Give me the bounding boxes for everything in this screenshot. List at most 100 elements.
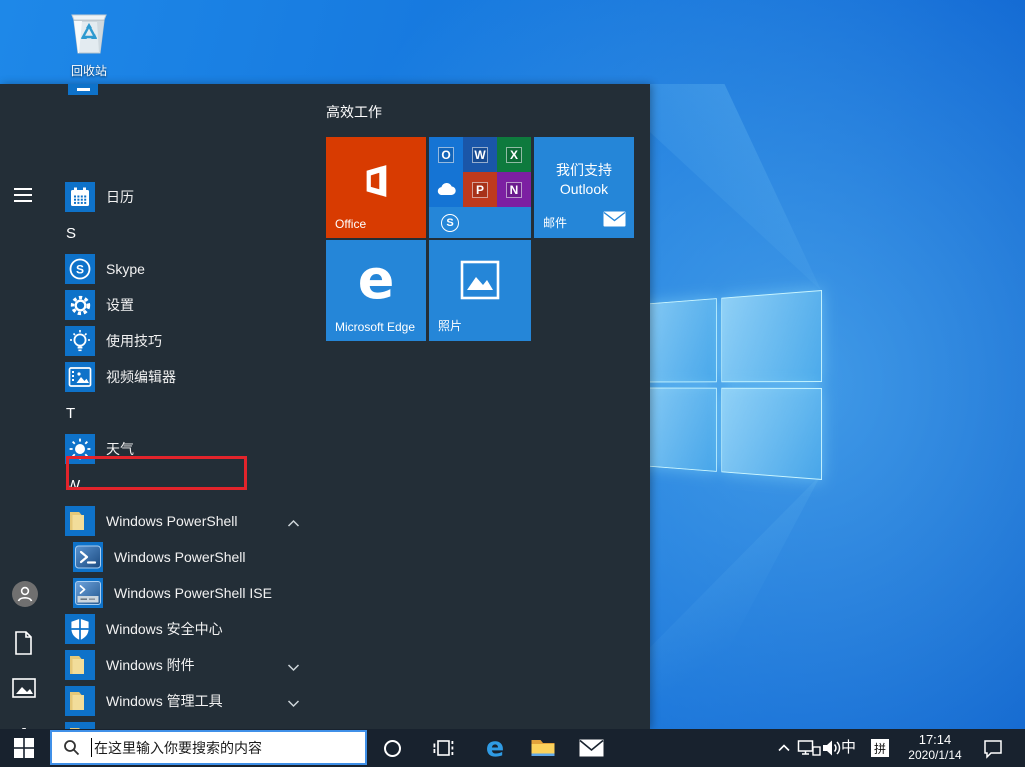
action-center-button[interactable] bbox=[979, 729, 1007, 767]
app-item-label: Windows 附件 bbox=[106, 655, 195, 675]
mail-taskbar-button[interactable] bbox=[577, 729, 605, 767]
app-item-label: 天气 bbox=[106, 439, 134, 459]
OneDrive-mini-icon bbox=[429, 172, 463, 207]
app-list-item[interactable]: Windows 附件 bbox=[0, 647, 320, 683]
app-list-item[interactable]: Windows 管理工具 bbox=[0, 683, 320, 719]
tile-mail-promo[interactable]: 我们支持Outlook 邮件 bbox=[534, 137, 634, 238]
windows-start-icon bbox=[14, 738, 34, 758]
partially-visible-app-tile bbox=[68, 84, 98, 95]
app-list-item[interactable]: 日历 bbox=[0, 179, 320, 215]
mail-promo-text: 我们支持Outlook bbox=[534, 161, 634, 199]
video-icon bbox=[65, 362, 95, 392]
app-list-item[interactable]: 设置 bbox=[0, 287, 320, 323]
Excel-mini-icon: X bbox=[497, 137, 531, 172]
tile-label: 照片 bbox=[438, 317, 462, 334]
app-list-item[interactable]: Windows PowerShell bbox=[0, 503, 320, 539]
app-list-item[interactable]: Windows 轻松使用 bbox=[0, 719, 320, 729]
clock-time: 17:14 bbox=[899, 732, 971, 748]
taskbar: e 中 拼 17:14 2020/1/14 bbox=[0, 729, 1025, 767]
shield-icon bbox=[65, 614, 95, 644]
app-item-label: Skype bbox=[106, 261, 145, 277]
chevron-down-icon[interactable] bbox=[287, 659, 301, 669]
action-center-icon bbox=[982, 738, 1004, 759]
app-item-label: Windows PowerShell bbox=[114, 549, 246, 565]
folder-icon bbox=[65, 722, 95, 729]
start-menu-app-list: 日历 SS Skype 设置使用技巧视频编辑器 T 天气 W Windows PowerShe… bbox=[0, 84, 320, 729]
folder-icon bbox=[65, 686, 95, 716]
skype-mini-icon: S bbox=[429, 207, 531, 238]
svg-text:S: S bbox=[76, 262, 84, 276]
clock-date: 2020/1/14 bbox=[899, 748, 971, 763]
recycle-bin-icon bbox=[64, 8, 114, 56]
tile-label: Office bbox=[335, 217, 366, 231]
folder-icon bbox=[65, 506, 95, 536]
app-list-item[interactable]: Windows 安全中心 bbox=[0, 611, 320, 647]
tile-office[interactable]: Office bbox=[326, 137, 426, 238]
task-view-button[interactable] bbox=[429, 729, 457, 767]
start-menu: 日历SSSkype设置使用技巧视频编辑器T天气WWindows PowerShe… bbox=[0, 84, 650, 729]
start-button[interactable] bbox=[0, 729, 48, 767]
search-input[interactable] bbox=[94, 740, 365, 756]
gear-icon bbox=[65, 290, 95, 320]
sun-icon bbox=[65, 434, 95, 464]
recycle-bin-label: 回收站 bbox=[58, 62, 120, 79]
section-letter-s[interactable]: S bbox=[0, 215, 320, 251]
search-icon bbox=[63, 739, 80, 756]
ime-mode-indicator[interactable]: 中 bbox=[841, 729, 856, 767]
cortana-button[interactable] bbox=[384, 740, 401, 757]
tile-photos[interactable]: 照片 bbox=[429, 240, 531, 341]
app-list-item[interactable]: Windows PowerShell ISE bbox=[0, 575, 320, 611]
app-item-label: 设置 bbox=[106, 295, 134, 315]
office-logo-icon bbox=[361, 161, 391, 206]
volume-icon bbox=[821, 738, 843, 758]
edge-taskbar-button[interactable]: e bbox=[481, 729, 509, 767]
ime-pinyin-indicator[interactable]: 拼 bbox=[871, 739, 889, 757]
recycle-bin-desktop-icon[interactable]: 回收站 bbox=[58, 8, 120, 79]
task-view-icon bbox=[431, 736, 455, 760]
chevron-up-icon[interactable] bbox=[287, 515, 301, 525]
app-item-label: 视频编辑器 bbox=[106, 367, 176, 387]
app-item-label: Windows 管理工具 bbox=[106, 691, 223, 711]
mail-icon bbox=[579, 739, 604, 757]
Outlook-mini-icon: O bbox=[429, 137, 463, 172]
PowerPoint-mini-icon: P bbox=[463, 172, 497, 207]
section-letter-t[interactable]: T bbox=[0, 395, 320, 431]
app-list-item[interactable]: 视频编辑器 bbox=[0, 359, 320, 395]
app-list-item[interactable]: 天气 bbox=[0, 431, 320, 467]
app-list-item[interactable]: Windows PowerShell bbox=[0, 539, 320, 575]
mail-envelope-icon bbox=[603, 211, 626, 232]
windows-logo-wallpaper bbox=[632, 290, 822, 480]
calendar-icon bbox=[65, 182, 95, 212]
chevron-down-icon[interactable] bbox=[287, 695, 301, 705]
Word-mini-icon: W bbox=[463, 137, 497, 172]
app-list-item[interactable]: 使用技巧 bbox=[0, 323, 320, 359]
powershell-ise-icon bbox=[73, 578, 103, 608]
tile-edge[interactable]: e Microsoft Edge bbox=[326, 240, 426, 341]
taskbar-search-box[interactable] bbox=[50, 730, 367, 765]
skype-icon: S bbox=[65, 254, 95, 284]
taskbar-clock[interactable]: 17:14 2020/1/14 bbox=[899, 732, 971, 763]
section-letter-w[interactable]: W bbox=[0, 467, 320, 503]
app-item-label: Windows PowerShell ISE bbox=[114, 585, 272, 601]
tray-chevron-icon bbox=[776, 742, 792, 754]
show-hidden-icons-button[interactable] bbox=[770, 729, 798, 767]
file-explorer-button[interactable] bbox=[529, 729, 557, 767]
app-item-label: 使用技巧 bbox=[106, 331, 162, 351]
tile-label: 邮件 bbox=[543, 214, 567, 231]
OneNote-mini-icon: N bbox=[497, 172, 531, 207]
photos-icon bbox=[460, 260, 500, 305]
app-list-item[interactable]: S Skype bbox=[0, 251, 320, 287]
edge-logo-icon: e bbox=[326, 248, 426, 311]
app-item-label: Windows PowerShell bbox=[106, 513, 238, 529]
app-item-label: Windows 安全中心 bbox=[106, 619, 223, 639]
powershell-icon bbox=[73, 542, 103, 572]
tile-office-apps[interactable]: OWXPNS bbox=[429, 137, 531, 238]
folder-icon bbox=[65, 650, 95, 680]
file-explorer-icon bbox=[530, 737, 556, 759]
edge-icon: e bbox=[486, 729, 504, 767]
lightbulb-icon bbox=[65, 326, 95, 356]
text-caret bbox=[91, 738, 92, 757]
app-item-label: 日历 bbox=[106, 187, 134, 207]
tile-label: Microsoft Edge bbox=[335, 320, 415, 334]
tile-group-title: 高效工作 bbox=[326, 102, 382, 122]
